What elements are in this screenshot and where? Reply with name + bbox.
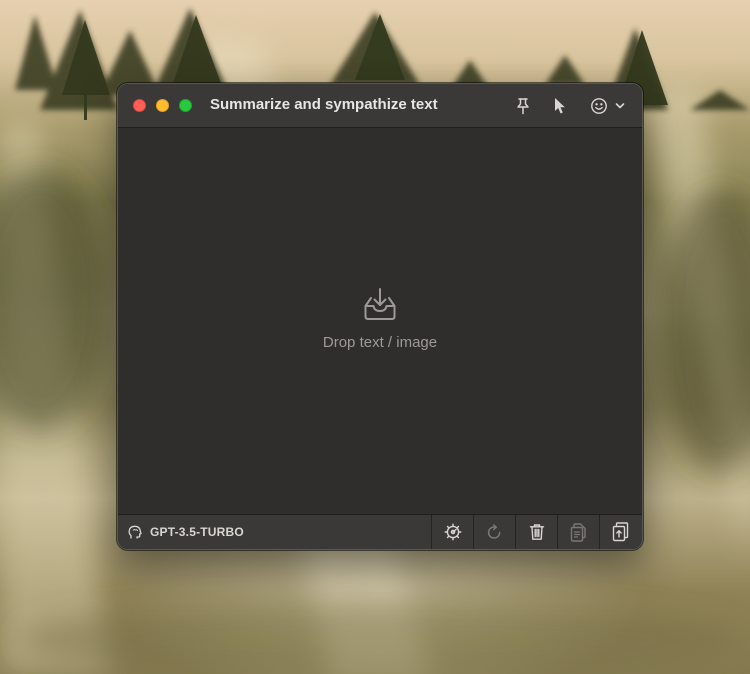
drop-label: Drop text / image (322, 334, 438, 351)
settings-gear-icon (444, 523, 462, 541)
window-title: Summarize and sympathize text (210, 96, 438, 113)
regenerate-button[interactable] (473, 515, 515, 549)
export-button[interactable] (599, 515, 641, 549)
pin-icon[interactable] (512, 95, 534, 117)
delete-button[interactable] (515, 515, 557, 549)
refresh-icon (486, 523, 503, 541)
head-icon (128, 525, 142, 540)
model-label: GPT-3.5-TURBO (150, 525, 244, 539)
model-selector[interactable]: GPT-3.5-TURBO (128, 515, 244, 549)
copy-button[interactable] (557, 515, 599, 549)
maximize-window-button[interactable] (179, 99, 192, 112)
trash-icon (529, 523, 545, 541)
tray-download-icon (361, 285, 399, 323)
cursor-icon[interactable] (549, 95, 571, 117)
chevron-down-icon[interactable] (610, 95, 630, 117)
settings-button[interactable] (431, 515, 473, 549)
drop-zone[interactable]: Drop text / image (118, 128, 642, 514)
share-icon (612, 522, 629, 542)
minimize-window-button[interactable] (156, 99, 169, 112)
title-bar[interactable]: Summarize and sympathize text (118, 84, 642, 128)
copy-icon (570, 522, 587, 542)
close-window-button[interactable] (133, 99, 146, 112)
app-window: Summarize and sympathize text Drop text … (117, 83, 643, 550)
footer-toolbar: GPT-3.5-TURBO (118, 514, 642, 549)
smiley-icon[interactable] (588, 95, 610, 117)
